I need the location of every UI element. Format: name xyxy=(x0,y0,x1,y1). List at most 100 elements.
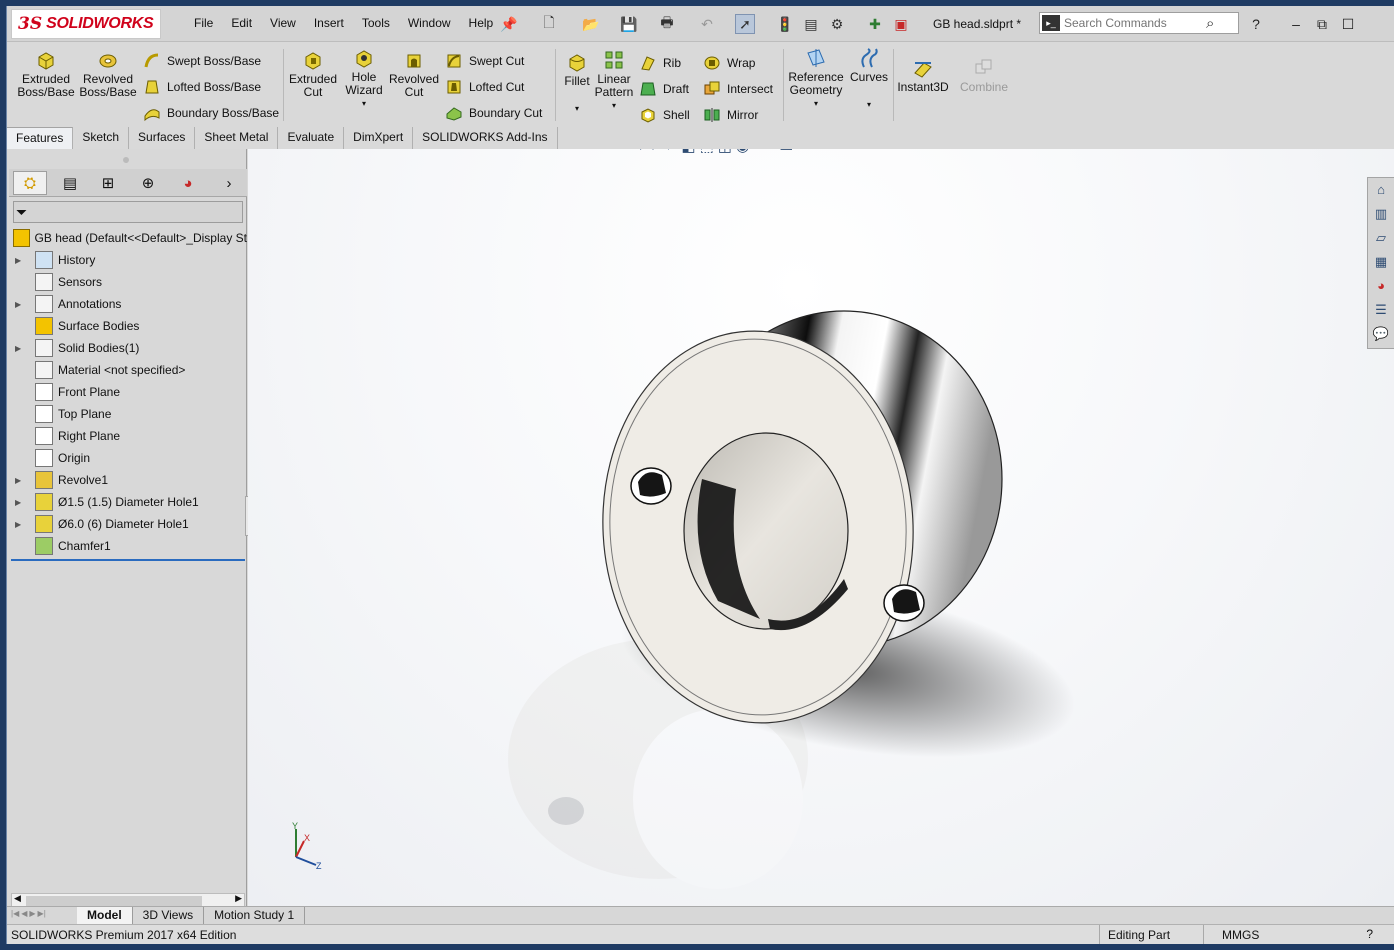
tab-model[interactable]: Model xyxy=(77,907,133,924)
rollback-bar[interactable] xyxy=(11,559,245,561)
feature-manager-tab-icon[interactable]: ⛭ xyxy=(13,171,47,195)
options-gear-icon[interactable]: ⚙ xyxy=(827,14,847,34)
tab-features[interactable]: Features xyxy=(7,127,74,149)
linear-pattern-button[interactable]: Linear Pattern ▾ xyxy=(593,49,635,112)
solidworks-logo[interactable]: 3S SOLIDWORKS xyxy=(11,9,161,39)
shell-button[interactable]: Shell xyxy=(639,105,690,125)
expand-arrow-icon[interactable]: ▶ xyxy=(15,256,27,265)
menu-file[interactable]: File xyxy=(185,16,222,30)
restore-icon[interactable]: ⧉ xyxy=(1311,14,1333,34)
tree-root[interactable]: GB head (Default<<Default>_Display St xyxy=(9,227,247,249)
tree-item[interactable]: Top Plane xyxy=(9,403,247,425)
rebuild-icon[interactable]: 🚦 xyxy=(775,14,795,34)
lofted-boss-button[interactable]: Lofted Boss/Base xyxy=(143,77,261,97)
status-help-icon[interactable]: ? xyxy=(1366,927,1373,941)
dimxpert-manager-tab-icon[interactable]: ⊕ xyxy=(131,171,165,195)
scroll-left-icon[interactable]: ◀ xyxy=(14,893,21,904)
reference-geometry-dropdown-icon[interactable]: ▾ xyxy=(787,97,845,110)
tree-filter[interactable]: ⏷ xyxy=(13,201,243,223)
more-tabs-chevron-icon[interactable]: › xyxy=(219,171,239,195)
menu-view[interactable]: View xyxy=(261,16,305,30)
expand-arrow-icon[interactable]: ▶ xyxy=(15,476,27,485)
part-model-render[interactable] xyxy=(248,149,1394,912)
tab-dimxpert[interactable]: DimXpert xyxy=(344,127,414,149)
curves-dropdown-icon[interactable]: ▾ xyxy=(847,98,891,111)
boundary-boss-button[interactable]: Boundary Boss/Base xyxy=(143,103,279,123)
search-input[interactable] xyxy=(1064,16,1204,30)
print-icon[interactable]: 🖶 xyxy=(657,14,677,34)
intersect-button[interactable]: Intersect xyxy=(703,79,773,99)
rib-button[interactable]: Rib xyxy=(639,53,681,73)
mirror-button[interactable]: Mirror xyxy=(703,105,758,125)
curves-button[interactable]: Curves ▾ xyxy=(847,47,891,111)
tree-item[interactable]: ▶ History xyxy=(9,249,247,271)
scroll-right-icon[interactable]: ▶ xyxy=(235,893,242,904)
maximize-icon[interactable]: ☐ xyxy=(1337,14,1359,34)
next-tab-icon[interactable]: ▶ xyxy=(29,909,35,918)
graphics-area[interactable]: ⌕ ⌕ ↩ ◧ ⬚ ◫ ◉ ◕ ◔ ▭ ◧ ◨ – ❐ ✕ ⌂ ▥ ▱ ▦ ◕ … xyxy=(248,149,1394,912)
search-icon[interactable]: ⌕ xyxy=(1206,15,1214,32)
tab-sheet-metal[interactable]: Sheet Metal xyxy=(195,127,279,149)
menu-help[interactable]: Help xyxy=(460,16,503,30)
tree-item[interactable]: ▶ Annotations xyxy=(9,293,247,315)
tree-item[interactable]: Surface Bodies xyxy=(9,315,247,337)
addins-icon[interactable]: ✚ xyxy=(865,14,885,34)
tree-item[interactable]: Chamfer1 xyxy=(9,535,247,557)
swept-cut-button[interactable]: Swept Cut xyxy=(445,51,524,71)
expand-arrow-icon[interactable]: ▶ xyxy=(15,300,27,309)
filter-icon[interactable]: ⏷ xyxy=(16,204,34,220)
instant3d-button[interactable]: Instant3D xyxy=(895,57,951,94)
display-manager-tab-icon[interactable]: ◕ xyxy=(171,171,205,195)
linear-pattern-dropdown-icon[interactable]: ▾ xyxy=(593,99,635,112)
reference-geometry-button[interactable]: Reference Geometry ▾ xyxy=(787,47,845,110)
prev-tab-icon[interactable]: ◀ xyxy=(21,909,27,918)
tab-evaluate[interactable]: Evaluate xyxy=(278,127,345,149)
open-icon[interactable]: 📂 xyxy=(581,14,601,34)
first-tab-icon[interactable]: |◀ xyxy=(11,909,19,918)
extruded-boss-button[interactable]: Extruded Boss/Base xyxy=(17,49,75,99)
revolved-boss-button[interactable]: Revolved Boss/Base xyxy=(79,49,137,99)
swept-boss-button[interactable]: Swept Boss/Base xyxy=(143,51,261,71)
tree-item[interactable]: Origin xyxy=(9,447,247,469)
search-commands[interactable]: ▸_ ⌕ xyxy=(1039,12,1239,34)
wrap-button[interactable]: Wrap xyxy=(703,53,755,73)
document-icon[interactable]: ▣ xyxy=(891,14,911,34)
expand-arrow-icon[interactable]: ▶ xyxy=(15,498,27,507)
revolved-cut-button[interactable]: Revolved Cut xyxy=(389,49,439,99)
lofted-cut-button[interactable]: Lofted Cut xyxy=(445,77,524,97)
select-pointer-icon[interactable]: ➚ xyxy=(735,14,755,34)
hole-wizard-dropdown-icon[interactable]: ▾ xyxy=(341,97,387,110)
boundary-cut-button[interactable]: Boundary Cut xyxy=(445,103,542,123)
last-tab-icon[interactable]: ▶| xyxy=(38,909,46,918)
tree-item[interactable]: ▶ Ø6.0 (6) Diameter Hole1 xyxy=(9,513,247,535)
tab-sketch[interactable]: Sketch xyxy=(73,127,130,149)
minimize-icon[interactable]: – xyxy=(1285,14,1307,34)
tree-item[interactable]: Material <not specified> xyxy=(9,359,247,381)
tree-item[interactable]: ▶ Revolve1 xyxy=(9,469,247,491)
tree-item[interactable]: Sensors xyxy=(9,271,247,293)
save-icon[interactable]: 💾 xyxy=(619,14,639,34)
fillet-button[interactable]: Fillet ▾ xyxy=(557,51,597,115)
pin-icon[interactable]: 📌 xyxy=(499,14,519,34)
tab-3d-views[interactable]: 3D Views xyxy=(133,907,205,924)
fillet-dropdown-icon[interactable]: ▾ xyxy=(557,102,597,115)
panel-grip-icon[interactable] xyxy=(123,157,129,163)
scroll-thumb[interactable] xyxy=(26,896,202,906)
hole-wizard-button[interactable]: Hole Wizard ▾ xyxy=(341,47,387,110)
property-manager-tab-icon[interactable]: ▤ xyxy=(53,171,87,195)
tab-surfaces[interactable]: Surfaces xyxy=(129,127,196,149)
tree-item[interactable]: ▶ Ø1.5 (1.5) Diameter Hole1 xyxy=(9,491,247,513)
unit-system[interactable]: MMGS xyxy=(1203,925,1323,944)
configuration-manager-tab-icon[interactable]: ⊞ xyxy=(91,171,125,195)
extruded-cut-button[interactable]: Extruded Cut xyxy=(287,49,339,99)
tab-motion-study[interactable]: Motion Study 1 xyxy=(204,907,306,924)
draft-button[interactable]: Draft xyxy=(639,79,689,99)
file-properties-icon[interactable]: ▤ xyxy=(801,14,821,34)
search-mode-icon[interactable]: ▸_ xyxy=(1042,15,1060,31)
expand-arrow-icon[interactable]: ▶ xyxy=(15,520,27,529)
combine-button[interactable]: Combine xyxy=(957,57,1011,94)
undo-icon[interactable]: ↶ xyxy=(697,14,717,34)
tree-item[interactable]: Right Plane xyxy=(9,425,247,447)
expand-arrow-icon[interactable]: ▶ xyxy=(15,344,27,353)
menu-tools[interactable]: Tools xyxy=(353,16,399,30)
